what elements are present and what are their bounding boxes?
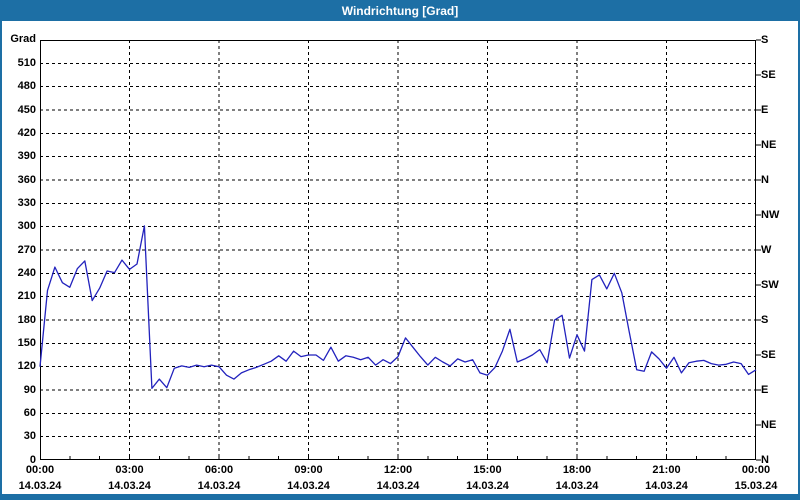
x-date-label: 14.03.24 <box>18 480 62 492</box>
y-left-tick-label: 150 <box>17 336 36 349</box>
y-right-tick-label: E <box>761 103 769 116</box>
y-left-tick-label: 300 <box>17 220 36 233</box>
x-time-label: 03:00 <box>115 464 144 476</box>
y-right-tick-label: W <box>761 243 772 256</box>
x-date-label: 14.03.24 <box>108 480 151 492</box>
y-left-tick-label: 270 <box>17 243 36 256</box>
y-right-tick-label: N <box>761 173 769 186</box>
y-left-tick-label: 60 <box>23 406 36 419</box>
y-left-tick-label: 390 <box>17 150 36 163</box>
y-left-tick-label: 330 <box>17 196 36 209</box>
y-left-tick-label: 240 <box>17 266 36 279</box>
window-titlebar: Windrichtung [Grad] <box>0 0 800 21</box>
x-date-label: 14.03.24 <box>645 480 688 492</box>
y-right-tick-label: SE <box>761 68 776 81</box>
y-left-tick-label: 90 <box>23 383 36 396</box>
x-date-label: 14.03.24 <box>197 480 241 492</box>
x-time-label: 06:00 <box>204 464 234 476</box>
window-border-bottom <box>0 494 800 500</box>
y-left-tick-label: 120 <box>17 360 36 373</box>
y-left-tick-label: 480 <box>17 80 36 93</box>
y-axis-title: Grad <box>10 33 36 45</box>
wind-direction-chart <box>39 39 761 461</box>
x-date-label: 15.03.24 <box>734 480 778 492</box>
x-date-label: 14.03.24 <box>466 480 509 492</box>
x-date-label: 14.03.24 <box>376 480 420 492</box>
y-right-tick-label: SE <box>761 348 776 361</box>
y-right-tick-label: NE <box>761 138 777 151</box>
x-time-label: 15:00 <box>473 464 502 476</box>
x-time-label: 12:00 <box>383 464 413 476</box>
x-date-label: 14.03.24 <box>555 480 599 492</box>
y-left-tick-label: 210 <box>17 290 36 303</box>
y-left-tick-label: 360 <box>17 173 36 186</box>
x-time-label: 18:00 <box>562 464 592 476</box>
y-left-tick-label: 450 <box>17 103 36 116</box>
window-title: Windrichtung [Grad] <box>341 3 459 18</box>
y-left-tick-label: 180 <box>17 313 36 326</box>
x-time-label: 00:00 <box>25 464 55 476</box>
y-left-tick-label: 30 <box>23 430 36 443</box>
y-right-tick-label: SW <box>761 278 779 291</box>
y-right-tick-label: NE <box>761 418 777 431</box>
x-time-label: 21:00 <box>652 464 681 476</box>
x-time-label: 09:00 <box>294 464 323 476</box>
y-right-tick-label: E <box>761 383 769 396</box>
y-right-tick-label: NW <box>761 208 780 221</box>
y-left-tick-label: 420 <box>17 126 36 139</box>
y-left-tick-label: 510 <box>17 56 36 69</box>
app-window: Windrichtung [Grad] Grad 510 480 450 420 390… <box>0 0 800 500</box>
y-right-tick-label: S <box>761 33 769 46</box>
x-date-label: 14.03.24 <box>287 480 330 492</box>
x-time-label: 00:00 <box>741 464 771 476</box>
y-right-tick-label: S <box>761 313 769 326</box>
